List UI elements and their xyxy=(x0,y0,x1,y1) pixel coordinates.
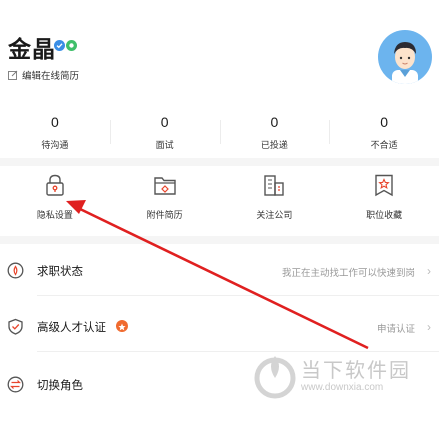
tool-label: 隐私设置 xyxy=(36,210,73,220)
job-status-icon xyxy=(7,262,24,279)
stat-interview[interactable]: 0 面试 xyxy=(109,112,220,154)
row-value: 我正在主动找工作可以快速到岗 xyxy=(281,268,415,279)
building-icon xyxy=(264,175,285,196)
watermark: 当下软件园 www.downxia.com xyxy=(253,352,439,404)
edit-icon xyxy=(8,70,18,80)
hot-badge-icon xyxy=(116,320,128,332)
lock-icon xyxy=(46,174,64,196)
stat-label: 不合适 xyxy=(370,140,398,150)
stats-bar: 0 待沟通 0 面试 0 已投递 0 不合适 xyxy=(0,112,439,154)
switch-role-icon xyxy=(7,376,24,393)
stat-value: 0 xyxy=(50,114,59,130)
user-name: 金晶 xyxy=(8,36,56,62)
row-talent-certification[interactable]: 高级人才认证 申请认证 › xyxy=(0,300,439,352)
row-value: 申请认证 xyxy=(376,324,415,335)
stat-label: 已投递 xyxy=(260,140,288,150)
verified-badge-icon xyxy=(54,40,65,51)
folder-icon xyxy=(153,177,176,195)
avatar[interactable] xyxy=(378,30,432,84)
tool-followed-companies[interactable]: 关注公司 xyxy=(220,172,330,230)
tools-grid: 隐私设置 附件简历 关注公司 职位收藏 xyxy=(0,172,439,230)
row-job-status[interactable]: 求职状态 我正在主动找工作可以快速到岗 › xyxy=(0,244,439,296)
edit-resume-label: 编辑在线简历 xyxy=(22,71,80,82)
tool-label: 附件简历 xyxy=(146,210,183,220)
chevron-right-icon: › xyxy=(427,320,431,334)
stat-value: 0 xyxy=(160,114,169,130)
star-bookmark-icon xyxy=(375,174,393,197)
row-label: 切换角色 xyxy=(37,380,83,392)
chevron-right-icon: › xyxy=(427,264,431,278)
section-divider xyxy=(0,158,439,166)
tool-label: 职位收藏 xyxy=(366,210,403,220)
stat-value: 0 xyxy=(380,114,389,130)
watermark-url: www.downxia.com xyxy=(301,382,384,393)
stat-to-communicate[interactable]: 0 待沟通 xyxy=(0,112,110,154)
tool-label: 关注公司 xyxy=(256,210,293,220)
row-label: 求职状态 xyxy=(37,266,83,278)
stat-label: 待沟通 xyxy=(41,140,69,150)
stat-unsuitable[interactable]: 0 不合适 xyxy=(329,112,439,154)
profile-header: 金晶 编辑在线简历 xyxy=(0,0,439,100)
tool-attached-resume[interactable]: 附件简历 xyxy=(110,172,220,230)
row-divider xyxy=(37,295,439,296)
watermark-logo-icon xyxy=(254,356,296,399)
stat-delivered[interactable]: 0 已投递 xyxy=(219,112,330,154)
stat-value: 0 xyxy=(270,114,279,130)
stat-label: 面试 xyxy=(155,140,174,150)
row-label: 高级人才认证 xyxy=(37,322,106,334)
shield-check-icon xyxy=(8,318,23,335)
tool-saved-jobs[interactable]: 职位收藏 xyxy=(329,172,439,230)
section-divider xyxy=(0,236,439,244)
edit-resume-link[interactable]: 编辑在线简历 xyxy=(8,68,79,82)
watermark-title: 当下软件园 xyxy=(301,360,411,382)
tool-privacy-settings[interactable]: 隐私设置 xyxy=(0,172,110,230)
level-badge-icon xyxy=(66,40,77,51)
